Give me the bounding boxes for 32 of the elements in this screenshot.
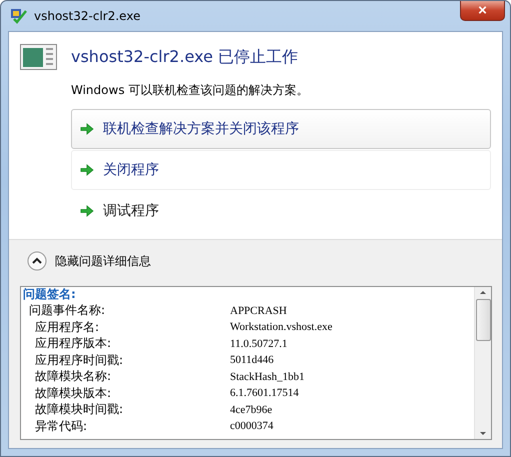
field-value: 11.0.50727.1 — [230, 338, 288, 350]
command-link[interactable]: 关闭程序 — [71, 150, 491, 190]
field-value: StackHash_1bb1 — [230, 370, 306, 382]
field-value: 5011d446 — [230, 354, 275, 366]
field-label: 应用程序时间戳: — [35, 352, 124, 368]
arrow-icon — [80, 205, 94, 217]
field-label: 故障模块名称: — [35, 368, 112, 385]
scrollbar[interactable] — [474, 287, 491, 439]
arrow-icon — [80, 123, 94, 135]
field-label: 故障模块版本: — [35, 384, 112, 402]
field-value: APPCRASH — [230, 304, 288, 316]
command-link[interactable]: 联机检查解决方案并关闭该程序 — [71, 109, 491, 149]
field-label: 异常代码: — [35, 418, 88, 434]
field-label: 应用程序名: — [35, 318, 100, 336]
arrow-icon — [80, 164, 94, 176]
chevron-up-icon — [27, 251, 47, 271]
scroll-thumb[interactable] — [476, 299, 490, 341]
close-button[interactable]: × — [460, 1, 505, 21]
field-value: Workstation.vshost.exe — [230, 321, 334, 333]
app-icon — [10, 8, 28, 24]
field-label: 问题事件名称: — [29, 302, 106, 319]
field-label: 应用程序版本: — [35, 335, 112, 352]
signature-title: 问题签名: — [23, 287, 77, 302]
error-heading: vshost32-clr2.exe 已停止工作 — [71, 46, 298, 68]
field-value: 4ce7b96e — [230, 404, 274, 416]
field-value: 6.1.7601.17514 — [230, 387, 300, 399]
application-window-icon — [20, 44, 57, 70]
window-title: vshost32-clr2.exe — [34, 9, 140, 23]
field-value: c0000374 — [230, 420, 274, 432]
field-label: 故障模块时间戳: — [35, 401, 124, 418]
message-text: Windows 可以联机检查该问题的解决方案。 — [71, 82, 310, 99]
details-toggle[interactable]: 隐藏问题详细信息 — [19, 240, 492, 282]
